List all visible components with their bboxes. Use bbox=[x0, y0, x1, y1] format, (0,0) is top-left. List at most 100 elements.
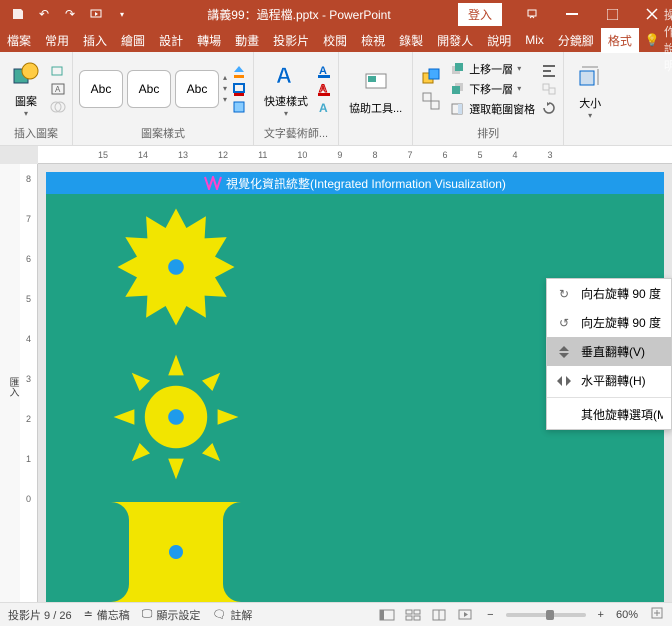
group-label-insert: 插入圖案 bbox=[6, 123, 66, 143]
shapes-button[interactable]: 圖案 ▾ bbox=[6, 57, 46, 120]
gallery-more-icon[interactable]: ▾ bbox=[223, 95, 227, 104]
gallery-down-icon[interactable]: ▾ bbox=[223, 84, 227, 93]
flip-vertical-icon bbox=[555, 344, 573, 360]
ribbon-group-shape-styles: Abc Abc Abc ▴ ▾ ▾ 圖案樣式 bbox=[73, 52, 254, 145]
quick-styles-button[interactable]: A 快速樣式 ▾ bbox=[260, 57, 312, 120]
save-icon[interactable] bbox=[6, 2, 30, 26]
group-label-wordart: 文字藝術師... bbox=[260, 123, 332, 143]
zoom-slider[interactable] bbox=[506, 613, 586, 617]
zoom-in-button[interactable]: + bbox=[598, 609, 604, 621]
notes-button[interactable]: ≐ 備忘稿 bbox=[84, 607, 130, 623]
selection-pane-button[interactable]: 選取範圍窗格 bbox=[447, 100, 537, 118]
ribbon-group-size: 大小 ▾ bbox=[564, 52, 616, 145]
tab-review[interactable]: 校閱 bbox=[316, 28, 354, 53]
shape-star-12pt[interactable] bbox=[111, 202, 241, 332]
qat-dropdown-icon[interactable]: ▾ bbox=[110, 2, 134, 26]
view-buttons bbox=[377, 607, 475, 623]
text-outline-icon[interactable]: A bbox=[316, 81, 332, 97]
tab-slideshow[interactable]: 投影片 bbox=[266, 28, 316, 53]
rotate-dropdown-menu: ↻ 向右旋轉 90 度 ↺ 向左旋轉 90 度 垂直翻轉(V) 水平翻轉(H) … bbox=[546, 278, 672, 430]
tab-animations[interactable]: 動畫 bbox=[228, 28, 266, 53]
tab-home[interactable]: 常用 bbox=[38, 28, 76, 53]
rotate-right-90[interactable]: ↻ 向右旋轉 90 度 bbox=[547, 279, 671, 308]
tell-me-search[interactable]: 💡 操作說明 bbox=[639, 6, 672, 74]
size-label: 大小 bbox=[579, 95, 601, 111]
flip-vertical-label: 垂直翻轉(V) bbox=[581, 343, 663, 360]
align-icon[interactable] bbox=[541, 63, 557, 79]
tab-storyboard[interactable]: 分鏡腳 bbox=[551, 28, 601, 53]
rotate-right-label: 向右旋轉 90 度 bbox=[581, 285, 663, 302]
start-slideshow-icon[interactable] bbox=[84, 2, 108, 26]
arrange-icon[interactable] bbox=[419, 65, 443, 89]
slideshow-view-icon[interactable] bbox=[455, 607, 475, 623]
tab-developer[interactable]: 開發人 bbox=[430, 28, 480, 53]
display-icon: 🖵 bbox=[142, 608, 153, 621]
slide-title-text: 視覺化資訊統整(Integrated Information Visualiza… bbox=[226, 175, 506, 192]
ribbon-options-icon[interactable] bbox=[512, 0, 552, 28]
title-bar: ↶ ↷ ▾ 講義99：過程檔.pptx - PowerPoint 登入 bbox=[0, 0, 672, 28]
text-box-icon[interactable]: A bbox=[50, 81, 66, 97]
merge-shapes-icon[interactable] bbox=[50, 99, 66, 115]
thumbnails-collapsed[interactable]: 匯入 bbox=[0, 164, 20, 602]
group-label-arrange: 排列 bbox=[419, 123, 557, 143]
tab-transitions[interactable]: 轉場 bbox=[190, 28, 228, 53]
tab-format[interactable]: 格式 bbox=[601, 28, 639, 53]
send-backward-button[interactable]: 下移一層 ▾ bbox=[447, 80, 537, 98]
ribbon: 圖案 ▾ A 插入圖案 Abc Abc Abc ▴ ▾ ▾ bbox=[0, 52, 672, 146]
normal-view-icon[interactable] bbox=[377, 607, 397, 623]
undo-icon[interactable]: ↶ bbox=[32, 2, 56, 26]
rotate-left-icon: ↺ bbox=[555, 315, 573, 331]
group-objects-icon[interactable] bbox=[541, 81, 557, 97]
shape-outline-icon[interactable] bbox=[231, 81, 247, 97]
rotate-icon[interactable] bbox=[541, 99, 557, 115]
tab-draw[interactable]: 繪圖 bbox=[114, 28, 152, 53]
tab-insert[interactable]: 插入 bbox=[76, 28, 114, 53]
tab-help[interactable]: 說明 bbox=[480, 28, 518, 53]
tab-recording[interactable]: 錄製 bbox=[392, 28, 430, 53]
comments-button[interactable]: 🗨 註解 bbox=[212, 607, 252, 623]
shape-effects-icon[interactable] bbox=[231, 99, 247, 115]
zoom-thumb[interactable] bbox=[546, 610, 554, 620]
chevron-down-icon: ▾ bbox=[588, 111, 592, 120]
alt-text-button[interactable]: 協助工具... bbox=[345, 64, 406, 118]
flip-vertical[interactable]: 垂直翻轉(V) bbox=[547, 337, 671, 366]
reading-view-icon[interactable] bbox=[429, 607, 449, 623]
tab-file[interactable]: 檔案 bbox=[0, 28, 38, 53]
display-settings-button[interactable]: 🖵 顯示設定 bbox=[142, 607, 201, 623]
menu-separator bbox=[547, 397, 671, 398]
shape-sun[interactable] bbox=[111, 352, 241, 482]
zoom-level[interactable]: 60% bbox=[616, 609, 638, 621]
notes-icon: ≐ bbox=[84, 608, 93, 621]
size-button[interactable]: 大小 ▾ bbox=[570, 59, 610, 122]
minimize-icon[interactable] bbox=[552, 0, 592, 28]
style-preset-3[interactable]: Abc bbox=[175, 70, 219, 108]
style-preset-1[interactable]: Abc bbox=[79, 70, 123, 108]
tab-view[interactable]: 檢視 bbox=[354, 28, 392, 53]
zoom-out-button[interactable]: − bbox=[487, 609, 493, 621]
bring-forward-button[interactable]: 上移一層 ▾ bbox=[447, 60, 537, 78]
quick-access-toolbar: ↶ ↷ ▾ bbox=[0, 2, 140, 26]
rotate-left-label: 向左旋轉 90 度 bbox=[581, 314, 663, 331]
gallery-up-icon[interactable]: ▴ bbox=[223, 73, 227, 82]
lightbulb-icon: 💡 bbox=[645, 33, 660, 47]
rotate-left-90[interactable]: ↺ 向左旋轉 90 度 bbox=[547, 308, 671, 337]
text-fill-icon[interactable]: A bbox=[316, 63, 332, 79]
style-preset-2[interactable]: Abc bbox=[127, 70, 171, 108]
group-icon[interactable] bbox=[419, 89, 443, 113]
fit-to-window-icon[interactable] bbox=[650, 606, 664, 623]
edit-shape-icon[interactable] bbox=[50, 63, 66, 79]
horizontal-ruler: 1514131211109876543 bbox=[38, 146, 672, 164]
more-rotation-options[interactable]: 其他旋轉選項(M bbox=[547, 400, 671, 429]
slide-counter[interactable]: 投影片 9 / 26 bbox=[8, 607, 72, 623]
tab-mix[interactable]: Mix bbox=[518, 29, 551, 51]
sorter-view-icon[interactable] bbox=[403, 607, 423, 623]
login-button[interactable]: 登入 bbox=[458, 3, 502, 26]
maximize-icon[interactable] bbox=[592, 0, 632, 28]
tab-design[interactable]: 設計 bbox=[152, 28, 190, 53]
redo-icon[interactable]: ↷ bbox=[58, 2, 82, 26]
text-effects-icon[interactable]: A bbox=[316, 99, 332, 115]
send-backward-label: 下移一層 bbox=[469, 81, 513, 97]
shape-fill-icon[interactable] bbox=[231, 63, 247, 79]
flip-horizontal[interactable]: 水平翻轉(H) bbox=[547, 366, 671, 395]
shape-rounded-rect[interactable] bbox=[111, 502, 241, 602]
